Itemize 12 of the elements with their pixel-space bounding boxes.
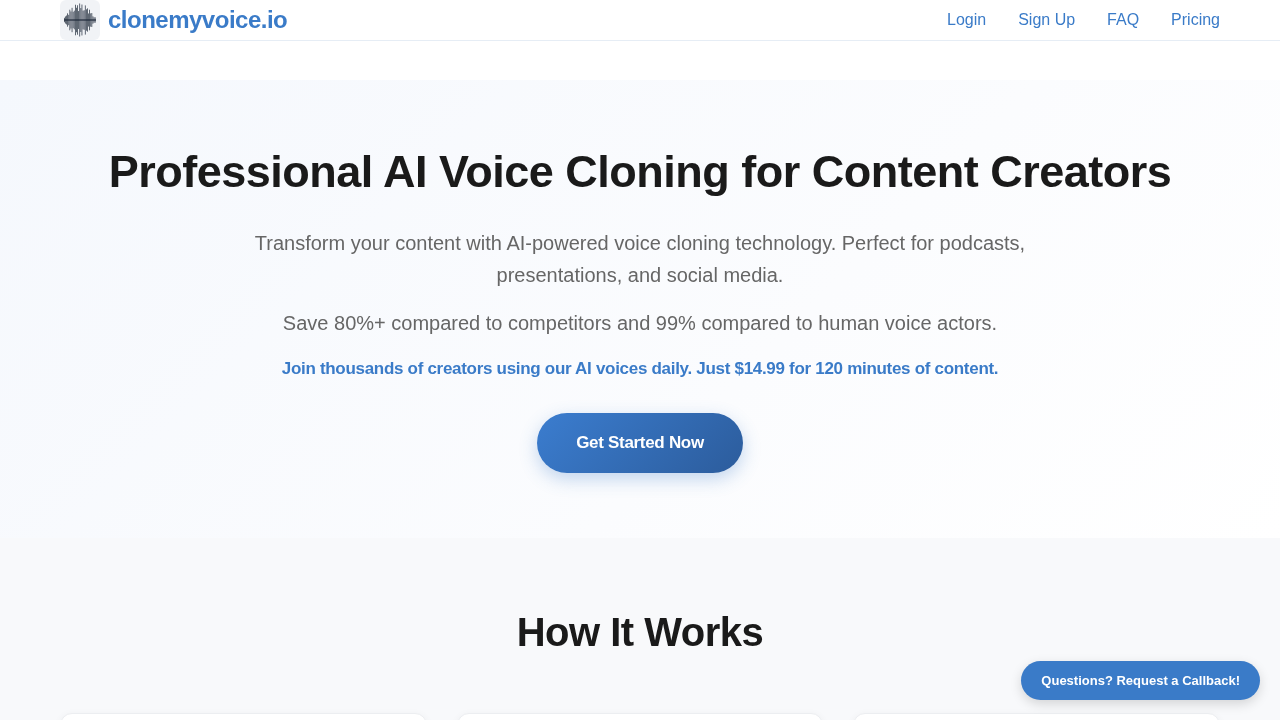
nav-link[interactable]: FAQ: [1107, 11, 1140, 29]
section-title: How It Works: [516, 610, 764, 655]
nav-link[interactable]: Pricing: [1171, 11, 1220, 29]
get-started-button[interactable]: Get Started Now: [537, 413, 743, 473]
hero-title: Professional AI Voice Cloning for Content Creators: [108, 146, 1172, 198]
nav-link[interactable]: Sign Up: [1018, 11, 1076, 29]
savings-text: Save 80%+ compared to competitors and 99% compared to human voice actors.: [282, 311, 998, 336]
hero-subtitle: Transform your content with AI-powered voice cloning technology. Perfect for podcasts, presentations, and social media.: [253, 231, 1027, 288]
pricing-highlight-text: Join thousands of creators using our AI voices daily. Just $14.99 for 120 minutes of content.: [281, 359, 999, 379]
nav-link[interactable]: Login: [947, 11, 987, 29]
brand-logo-link[interactable]: clonemyvoice.io: [108, 6, 288, 34]
request-callback-button[interactable]: Questions? Request a Callback!: [1021, 661, 1260, 700]
